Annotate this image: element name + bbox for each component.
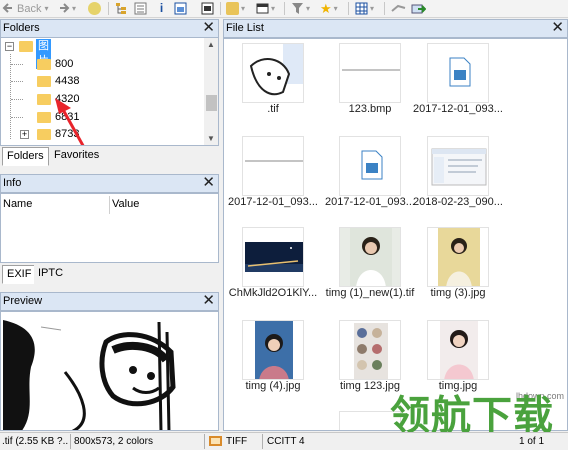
export-button[interactable] (411, 1, 427, 16)
window-icon (256, 2, 269, 15)
collapse-icon[interactable]: − (5, 42, 14, 51)
folder-icon (37, 59, 51, 70)
file-thumbnail[interactable] (242, 320, 304, 380)
star-icon: ★ (320, 1, 332, 16)
file-thumbnail[interactable] (242, 43, 304, 103)
preview-image (0, 311, 219, 431)
file-thumbnail[interactable] (339, 43, 401, 103)
status-compression: CCITT 4 (267, 436, 305, 447)
preview-title: Preview (3, 295, 43, 307)
file-name[interactable]: .tif (227, 103, 319, 115)
filelist-pane-header: File List ✕ (223, 19, 568, 38)
info-pane-header: Info ✕ (0, 174, 219, 193)
up-button[interactable] (88, 1, 101, 16)
filter-icon (291, 2, 304, 15)
folder-tree: − 图片 800 4438 4320 6831 + 8733 ▲ ▼ (0, 38, 219, 146)
tab-favorites[interactable]: Favorites (50, 147, 104, 166)
tab-folders[interactable]: Folders (2, 147, 49, 166)
tree-item-label: 4438 (55, 75, 80, 87)
file-name[interactable]: 2017-12-01_093... (412, 103, 504, 115)
forward-icon (58, 2, 70, 15)
info-icon: i (159, 1, 164, 15)
back-icon (2, 2, 14, 15)
preview-pane-header: Preview ✕ (0, 292, 219, 311)
back-label: Back (17, 2, 42, 15)
preview-button[interactable] (174, 1, 187, 16)
rating-button[interactable]: ★ ▾ (320, 1, 338, 16)
list-icon (134, 2, 147, 15)
file-name[interactable]: 2017-12-01_093... (227, 196, 319, 208)
file-name[interactable]: 123.bmp (324, 103, 416, 115)
status-dimensions: 800x573, 2 colors (74, 436, 153, 447)
toolbar: Back ▾ ▾ i ▾ ▾ ▾ ★ ▾ ▾ (0, 0, 568, 18)
folder-menu-button[interactable]: ▾ (226, 1, 245, 16)
up-icon (88, 2, 101, 15)
filelist-title: File List (226, 22, 264, 34)
folders-tabs: Folders Favorites (0, 146, 219, 168)
info-button[interactable]: i (155, 1, 168, 16)
file-thumbnail[interactable] (242, 227, 304, 287)
print-button[interactable] (391, 1, 406, 16)
file-thumbnail[interactable] (339, 227, 401, 287)
thumbnail-view-button[interactable]: ▾ (355, 1, 374, 16)
list-view-button[interactable] (134, 1, 147, 16)
file-name[interactable]: 2018-02-23_090... (412, 196, 504, 208)
tab-exif[interactable]: EXIF (2, 265, 37, 284)
fullscreen-icon (201, 2, 214, 15)
file-name[interactable]: 2017-12-01_093... (324, 196, 416, 208)
folders-title: Folders (3, 22, 40, 34)
file-thumbnail[interactable] (427, 320, 489, 380)
file-thumbnail[interactable] (242, 136, 304, 196)
file-name[interactable]: timg (4).jpg (227, 380, 319, 392)
file-grid: .tif 123.bmp 2017-12-01_093... 2017-12-0… (223, 38, 568, 431)
image-type-icon (209, 435, 223, 449)
info-title: Info (3, 177, 22, 189)
folders-pane-header: Folders ✕ (0, 19, 219, 38)
export-icon (411, 2, 427, 15)
back-button[interactable]: Back ▾ (2, 1, 48, 16)
file-name[interactable]: timg (1)_new(1).tif (324, 287, 416, 299)
close-preview-icon[interactable]: ✕ (202, 293, 215, 309)
scroll-up-icon[interactable]: ▲ (207, 40, 215, 49)
status-bar: .tif (2.55 KB ?... 800x573, 2 colors TIF… (0, 432, 568, 450)
status-page: 1 of 1 (519, 436, 545, 447)
grid-icon (355, 2, 368, 15)
tree-view-button[interactable] (115, 1, 128, 16)
status-file: .tif (2.55 KB ?... (2, 436, 68, 447)
fullscreen-button[interactable] (201, 1, 214, 16)
scroll-down-icon[interactable]: ▼ (207, 134, 215, 143)
folder-icon (37, 76, 51, 87)
print-icon (391, 2, 406, 15)
close-filelist-icon[interactable]: ✕ (551, 20, 564, 36)
file-name[interactable]: timg (3).jpg (412, 287, 504, 299)
folder-icon (226, 2, 239, 15)
close-folders-icon[interactable]: ✕ (202, 20, 215, 36)
expand-icon[interactable]: + (20, 130, 29, 139)
info-column-name[interactable]: Name (3, 198, 32, 210)
tab-iptc[interactable]: IPTC (34, 265, 68, 284)
folder-scrollbar[interactable]: ▲ ▼ (204, 38, 218, 145)
file-thumbnail[interactable] (427, 136, 489, 196)
folder-icon (19, 41, 33, 52)
filter-button[interactable]: ▾ (291, 1, 310, 16)
file-thumbnail[interactable] (339, 136, 401, 196)
preview-icon (174, 2, 187, 15)
annotation-arrow (55, 98, 85, 145)
scroll-thumb[interactable] (206, 95, 217, 111)
forward-button[interactable]: ▾ (58, 1, 76, 16)
tree-icon (115, 2, 128, 15)
file-name[interactable]: ChMkJld2O1KlY... (227, 287, 319, 299)
file-thumbnail[interactable] (427, 43, 489, 103)
file-thumbnail[interactable] (427, 227, 489, 287)
tree-item-label: 800 (55, 58, 74, 70)
close-info-icon[interactable]: ✕ (202, 175, 215, 191)
file-thumbnail[interactable] (339, 320, 401, 380)
window-menu-button[interactable]: ▾ (256, 1, 275, 16)
status-format: TIFF (226, 436, 248, 447)
info-tabs: EXIF IPTC (0, 264, 219, 286)
info-column-value[interactable]: Value (112, 198, 139, 210)
info-table: Name Value (0, 193, 219, 263)
